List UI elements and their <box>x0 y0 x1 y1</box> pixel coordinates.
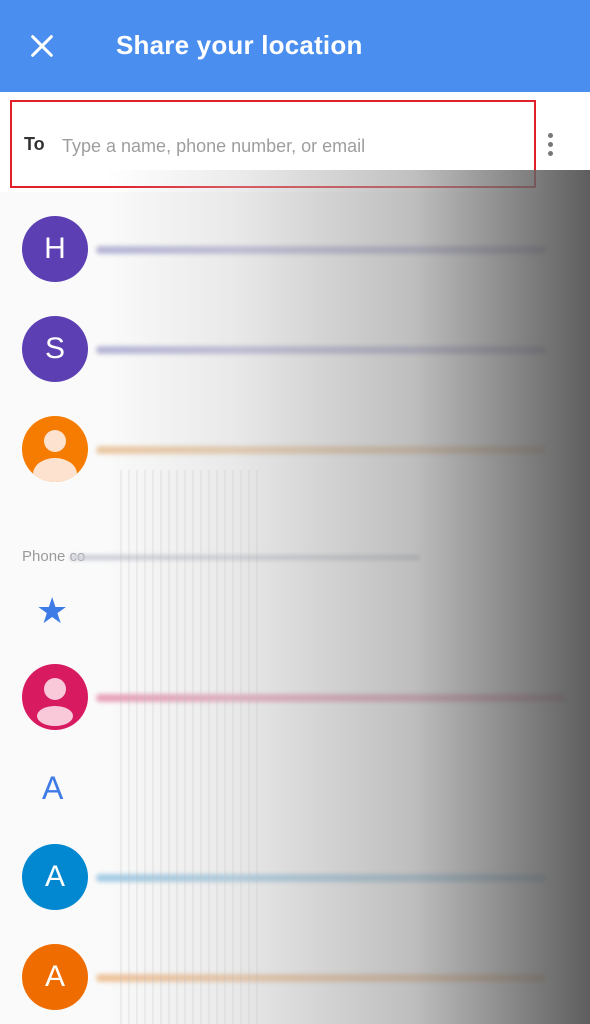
recipient-field-highlight: To <box>10 100 536 188</box>
more-vert-icon <box>547 132 553 138</box>
contact-item[interactable]: A <box>0 928 590 1024</box>
contact-item[interactable] <box>0 648 590 748</box>
contact-item[interactable] <box>0 400 590 500</box>
section-header-blur <box>70 555 420 560</box>
contact-name-blur <box>96 874 546 882</box>
recipient-row: To <box>0 92 590 192</box>
contact-item[interactable]: S <box>0 300 590 400</box>
close-button[interactable] <box>22 26 62 66</box>
contact-list: H S Phone co ★ A A A <box>0 192 590 1024</box>
to-label: To <box>24 134 45 154</box>
avatar: S <box>22 316 88 382</box>
app-screen: Share your location To H S <box>0 0 590 1024</box>
avatar: A <box>22 844 88 910</box>
contact-item[interactable]: H <box>0 200 590 300</box>
contact-name-blur <box>96 974 546 982</box>
avatar <box>22 416 88 482</box>
person-icon <box>33 430 77 482</box>
letter-header: A <box>42 770 64 806</box>
avatar: H <box>22 216 88 282</box>
contact-name-blur <box>96 694 566 702</box>
avatar <box>22 664 88 730</box>
avatar: A <box>22 944 88 1010</box>
star-icon: ★ <box>36 590 69 631</box>
page-title: Share your location <box>116 30 363 60</box>
more-options-button[interactable] <box>538 126 562 162</box>
contact-name-blur <box>96 246 546 254</box>
contact-item[interactable]: A <box>0 828 590 928</box>
contact-name-blur <box>96 346 546 354</box>
app-bar: Share your location <box>0 0 590 92</box>
close-icon <box>31 35 53 57</box>
recipient-input[interactable] <box>62 126 522 166</box>
contact-name-blur <box>96 446 546 454</box>
person-icon <box>37 678 73 726</box>
